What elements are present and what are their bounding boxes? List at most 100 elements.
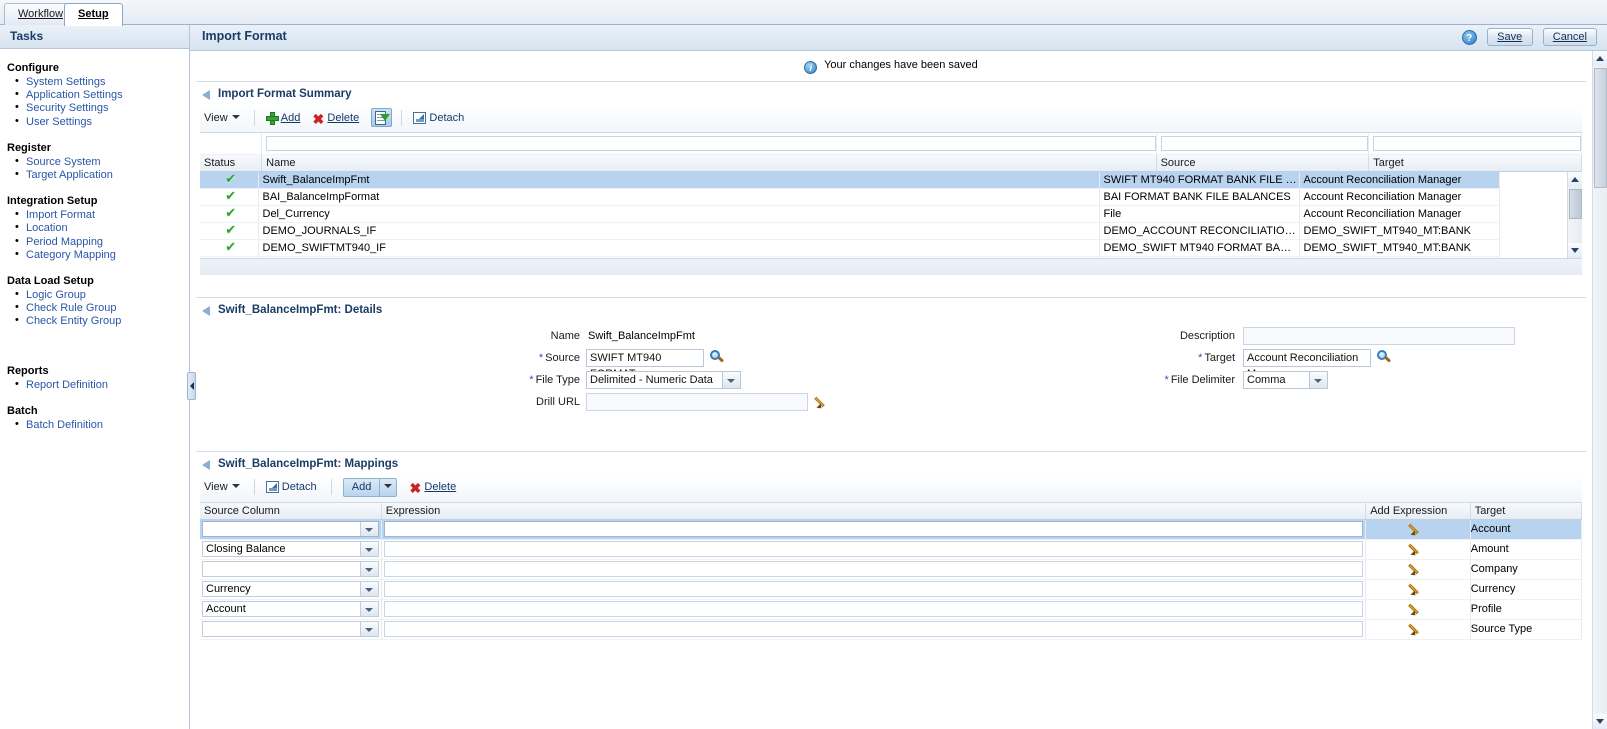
- source-column-select[interactable]: [202, 621, 379, 637]
- mapping-expression-cell[interactable]: [381, 619, 1367, 640]
- sidebar-item-import-format[interactable]: Import Format: [26, 209, 95, 221]
- mapping-add-expression-cell[interactable]: [1365, 539, 1471, 560]
- mapping-expression-cell[interactable]: [381, 559, 1367, 580]
- expression-input[interactable]: [383, 521, 1364, 537]
- mapping-expression-cell[interactable]: [381, 539, 1367, 560]
- list-item[interactable]: Security Settings: [15, 101, 189, 115]
- column-header-source-column[interactable]: Source Column: [200, 502, 382, 520]
- search-icon[interactable]: [1377, 349, 1392, 365]
- detach-button[interactable]: Detach: [265, 478, 317, 496]
- sidebar-item-report-definition[interactable]: Report Definition: [26, 379, 108, 391]
- collapse-triangle-icon[interactable]: [202, 459, 210, 470]
- save-button[interactable]: Save: [1486, 28, 1533, 46]
- expression-input[interactable]: [383, 541, 1364, 557]
- chevron-down-icon[interactable]: [379, 478, 396, 496]
- pencil-icon[interactable]: [1411, 522, 1425, 536]
- collapse-triangle-icon[interactable]: [202, 305, 210, 316]
- sidebar-item-check-entity-group[interactable]: Check Entity Group: [26, 315, 121, 327]
- pencil-icon[interactable]: [1411, 582, 1425, 596]
- list-item[interactable]: Import Format: [15, 208, 189, 222]
- page-vertical-scrollbar[interactable]: [1592, 51, 1607, 729]
- list-item[interactable]: Logic Group: [15, 288, 189, 302]
- mapping-expression-cell[interactable]: [381, 519, 1367, 540]
- source-column-select[interactable]: Account: [202, 601, 379, 617]
- scrollbar-thumb[interactable]: [1594, 68, 1607, 188]
- list-item[interactable]: Location: [15, 221, 189, 235]
- view-menu-button[interactable]: View: [204, 109, 240, 127]
- view-menu-button[interactable]: View: [204, 478, 240, 496]
- list-item[interactable]: Check Rule Group: [15, 301, 189, 315]
- sidebar-item-logic-group[interactable]: Logic Group: [26, 289, 86, 301]
- table-row[interactable]: Account Profile: [200, 599, 1583, 620]
- table-row[interactable]: Swift_BalanceImpFmt SWIFT MT940 FORMAT B…: [200, 171, 1500, 189]
- table-row[interactable]: DEMO_JOURNALS_IF DEMO_ACCOUNT RECONCILIA…: [200, 222, 1500, 240]
- column-header-target[interactable]: Target: [1368, 154, 1582, 172]
- list-item[interactable]: Category Mapping: [15, 248, 189, 262]
- cancel-button[interactable]: Cancel: [1542, 28, 1597, 46]
- mapping-source-column-cell[interactable]: [200, 519, 382, 540]
- column-header-name[interactable]: Name: [261, 154, 1157, 172]
- tab-setup[interactable]: Setup: [64, 3, 123, 26]
- add-split-button[interactable]: Add: [342, 477, 398, 497]
- list-item[interactable]: System Settings: [15, 75, 189, 89]
- table-row[interactable]: DEMO_SWIFTMT940_IF DEMO_SWIFT MT940 FORM…: [200, 239, 1500, 257]
- search-icon[interactable]: [710, 349, 725, 365]
- table-row[interactable]: ERS_GL_Import File Account Reconciliatio…: [200, 256, 1500, 258]
- table-row[interactable]: BAI_BalanceImpFormat BAI FORMAT BANK FIL…: [200, 188, 1500, 206]
- file-delimiter-select[interactable]: Comma: [1243, 370, 1328, 389]
- source-column-select[interactable]: [202, 521, 379, 537]
- list-item[interactable]: Batch Definition: [15, 418, 189, 432]
- delete-button[interactable]: Delete: [312, 109, 359, 127]
- table-row[interactable]: Closing Balance Amount: [200, 539, 1583, 560]
- sidebar-item-batch-definition[interactable]: Batch Definition: [26, 419, 103, 431]
- column-header-source[interactable]: Source: [1156, 154, 1370, 172]
- source-column-select[interactable]: Closing Balance: [202, 541, 379, 557]
- expression-input[interactable]: [383, 581, 1364, 597]
- mapping-source-column-cell[interactable]: Closing Balance: [200, 539, 382, 560]
- summary-vertical-scrollbar[interactable]: [1567, 171, 1582, 258]
- filter-cell-source[interactable]: [1156, 133, 1370, 155]
- table-row[interactable]: Del_Currency File Account Reconciliation…: [200, 205, 1500, 223]
- source-column-select[interactable]: [202, 561, 379, 577]
- target-input[interactable]: Account Reconciliation M: [1243, 348, 1371, 380]
- scrollbar-thumb[interactable]: [1569, 188, 1582, 219]
- filter-input-source[interactable]: [1160, 135, 1368, 151]
- filter-cell-target[interactable]: [1368, 133, 1582, 155]
- table-row[interactable]: Account: [200, 519, 1583, 540]
- scroll-up-icon[interactable]: [1568, 171, 1582, 187]
- list-item[interactable]: Target Application: [15, 168, 189, 182]
- table-row[interactable]: Company: [200, 559, 1583, 580]
- expression-input[interactable]: [383, 601, 1364, 617]
- expression-input[interactable]: [383, 561, 1364, 577]
- list-item[interactable]: Report Definition: [15, 378, 189, 392]
- list-item[interactable]: Period Mapping: [15, 235, 189, 249]
- sidebar-item-security-settings[interactable]: Security Settings: [26, 102, 109, 114]
- sidebar-item-system-settings[interactable]: System Settings: [26, 76, 105, 88]
- collapse-triangle-icon[interactable]: [202, 90, 210, 100]
- scroll-down-icon[interactable]: [1593, 714, 1607, 729]
- mapping-add-expression-cell[interactable]: [1365, 579, 1471, 600]
- mapping-add-expression-cell[interactable]: [1365, 619, 1471, 640]
- sidebar-item-check-rule-group[interactable]: Check Rule Group: [26, 302, 117, 314]
- sidebar-item-category-mapping[interactable]: Category Mapping: [26, 249, 116, 261]
- pencil-icon[interactable]: [817, 395, 831, 409]
- sidebar-item-source-system[interactable]: Source System: [26, 156, 101, 168]
- sidebar-collapse-handle[interactable]: [187, 372, 196, 400]
- sidebar-item-location[interactable]: Location: [26, 222, 68, 234]
- scroll-down-icon[interactable]: [1568, 242, 1582, 258]
- mapping-source-column-cell[interactable]: Account: [200, 599, 382, 620]
- mapping-expression-cell[interactable]: [381, 599, 1367, 620]
- sidebar-item-period-mapping[interactable]: Period Mapping: [26, 236, 103, 248]
- mapping-source-column-cell[interactable]: Currency: [200, 579, 382, 600]
- filter-input-target[interactable]: [1373, 135, 1581, 151]
- mapping-add-expression-cell[interactable]: [1365, 559, 1471, 580]
- add-button[interactable]: Add: [265, 109, 300, 127]
- pencil-icon[interactable]: [1411, 562, 1425, 576]
- drill-url-input[interactable]: [586, 392, 808, 411]
- filter-input-name[interactable]: [266, 135, 1156, 151]
- mapping-expression-cell[interactable]: [381, 579, 1367, 600]
- query-by-example-icon[interactable]: [371, 108, 393, 127]
- sidebar-item-target-application[interactable]: Target Application: [26, 169, 113, 181]
- source-input[interactable]: SWIFT MT940 FORMAT: [586, 348, 704, 380]
- list-item[interactable]: Application Settings: [15, 88, 189, 102]
